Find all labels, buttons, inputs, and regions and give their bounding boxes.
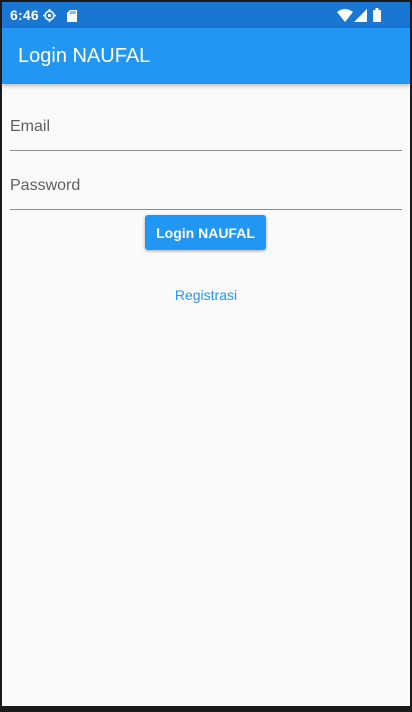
login-button[interactable]: Login NAUFAL bbox=[145, 215, 266, 250]
email-field[interactable]: Email bbox=[10, 108, 402, 151]
password-field[interactable]: Password bbox=[10, 167, 402, 210]
app-screen: 6:46 Login NAUFAL Email Password Login N… bbox=[2, 2, 410, 706]
status-bar: 6:46 bbox=[2, 2, 410, 28]
signal-icon bbox=[354, 9, 367, 22]
app-bar: Login NAUFAL bbox=[2, 28, 410, 84]
email-input[interactable] bbox=[10, 108, 402, 150]
sd-card-icon bbox=[67, 10, 77, 22]
app-bar-title: Login NAUFAL bbox=[18, 45, 151, 67]
login-button-label: Login NAUFAL bbox=[156, 224, 255, 241]
password-input[interactable] bbox=[10, 167, 402, 209]
device-frame: 6:46 Login NAUFAL Email Password Login N… bbox=[0, 0, 412, 712]
status-time: 6:46 bbox=[10, 7, 39, 23]
settings-gear-icon bbox=[43, 9, 56, 22]
battery-icon bbox=[373, 8, 381, 22]
wifi-icon bbox=[337, 9, 353, 22]
register-link[interactable]: Registrasi bbox=[2, 287, 410, 303]
